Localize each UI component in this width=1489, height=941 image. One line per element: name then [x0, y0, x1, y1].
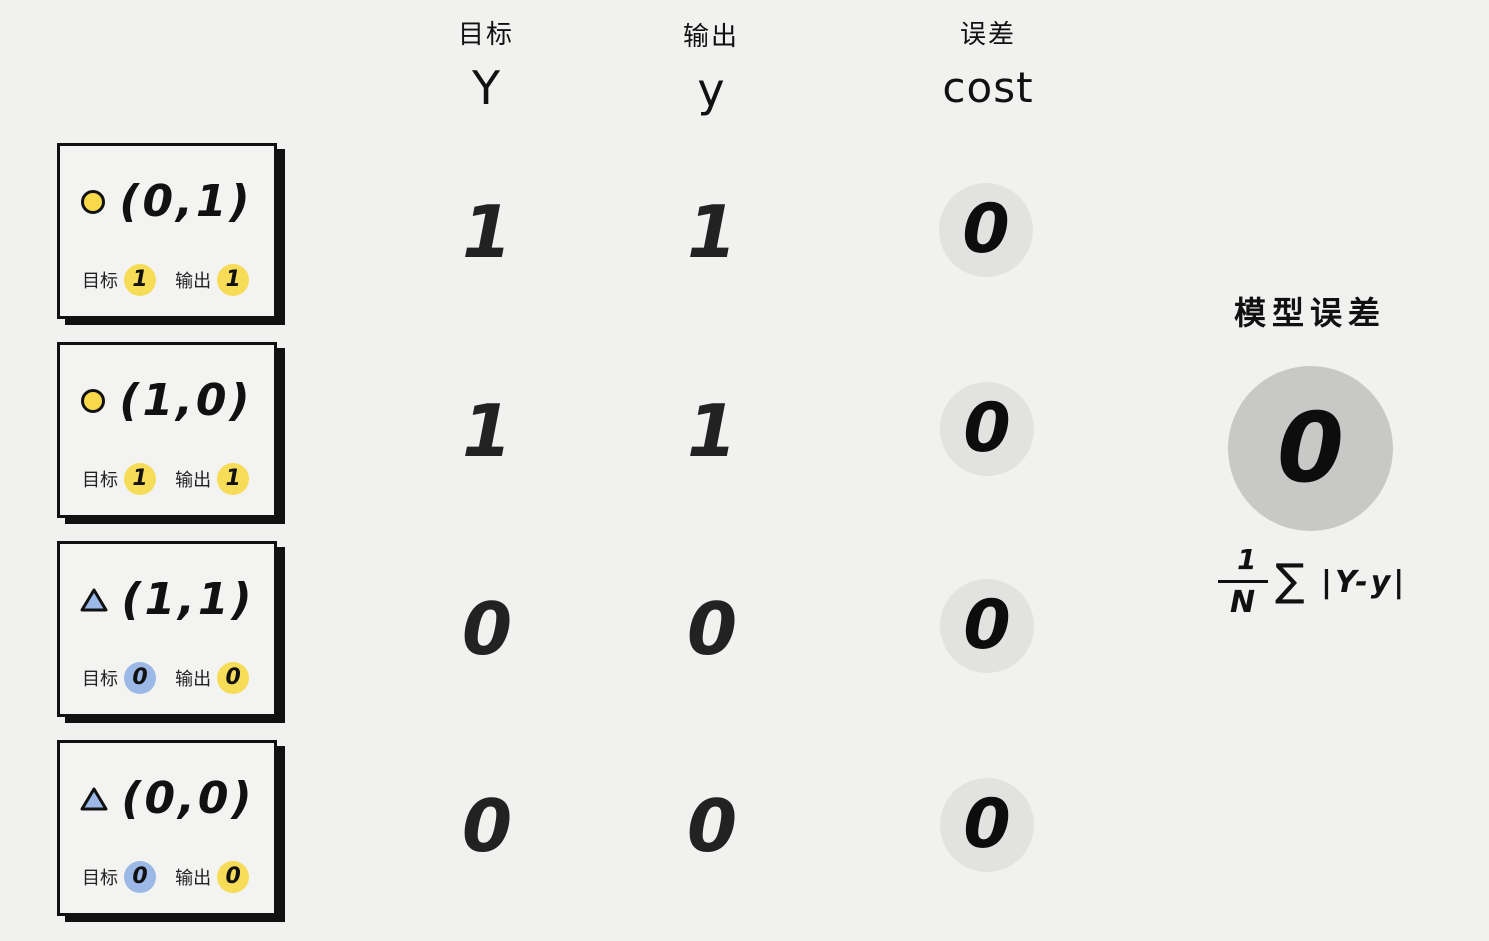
output-badge: 1 — [217, 463, 250, 495]
triangle-icon — [80, 787, 108, 810]
fraction-bar — [1218, 580, 1268, 583]
target-label: 目标 — [82, 669, 118, 690]
target-badge: 0 — [124, 662, 156, 694]
formula-body: |Y-y| — [1321, 565, 1408, 600]
output-badge: 1 — [217, 264, 250, 296]
model-error-title: 模型误差 — [1233, 294, 1386, 332]
triangle-icon — [80, 588, 108, 611]
target-value: 1 — [461, 389, 513, 473]
sample-coord: (1,1) — [121, 574, 255, 625]
cost-value: 0 — [939, 183, 1033, 277]
target-value: 0 — [461, 784, 513, 868]
output-value: 1 — [686, 190, 738, 274]
sample-card-2: (1,1) 目标 0 输出 0 — [57, 541, 277, 717]
sample-card-0: (0,1) 目标 1 输出 1 — [57, 143, 277, 319]
model-error-value: 0 — [1228, 366, 1393, 531]
sigma-symbol: ∑ — [1275, 555, 1305, 606]
output-badge: 0 — [217, 861, 250, 893]
sample-coord: (0,0) — [121, 773, 255, 824]
circle-icon — [81, 388, 106, 413]
target-header-en: Y — [471, 61, 501, 115]
sample-card-1: (1,0) 目标 1 输出 1 — [57, 342, 277, 518]
sample-card-3: (0,0) 目标 0 输出 0 — [57, 740, 277, 916]
target-value: 0 — [461, 587, 513, 671]
formula-numerator: 1 — [1237, 543, 1257, 576]
cost-value: 0 — [940, 579, 1034, 673]
output-value: 1 — [686, 389, 738, 473]
sample-coord: (0,1) — [119, 176, 253, 227]
target-badge: 1 — [124, 463, 156, 495]
output-value: 0 — [686, 587, 738, 671]
output-label: 输出 — [175, 271, 212, 292]
target-label: 目标 — [82, 868, 118, 889]
formula-denominator: N — [1230, 585, 1256, 620]
target-label: 目标 — [82, 271, 118, 292]
target-value: 1 — [461, 190, 513, 274]
output-value: 0 — [686, 784, 738, 868]
sample-coord: (1,0) — [119, 375, 253, 426]
output-header-en: y — [697, 63, 725, 117]
circle-icon — [81, 189, 106, 214]
output-label: 输出 — [175, 470, 212, 491]
output-header-cn: 输出 — [682, 22, 739, 52]
output-label: 输出 — [175, 669, 212, 690]
cost-formula: 1 N ∑ |Y-y| — [1215, 543, 1435, 623]
cost-value: 0 — [940, 382, 1034, 476]
output-badge: 0 — [217, 662, 250, 694]
target-badge: 1 — [124, 264, 156, 296]
target-column-header: 目标 Y — [386, 20, 586, 116]
error-header-cn: 误差 — [959, 20, 1016, 50]
target-label: 目标 — [82, 470, 118, 491]
output-column-header: 输出 y — [611, 22, 811, 118]
output-label: 输出 — [175, 868, 212, 889]
target-header-cn: 目标 — [457, 20, 514, 50]
error-header-en: cost — [942, 63, 1034, 112]
target-badge: 0 — [124, 861, 156, 893]
cost-value: 0 — [940, 778, 1034, 872]
error-column-header: 误差 cost — [888, 20, 1088, 116]
